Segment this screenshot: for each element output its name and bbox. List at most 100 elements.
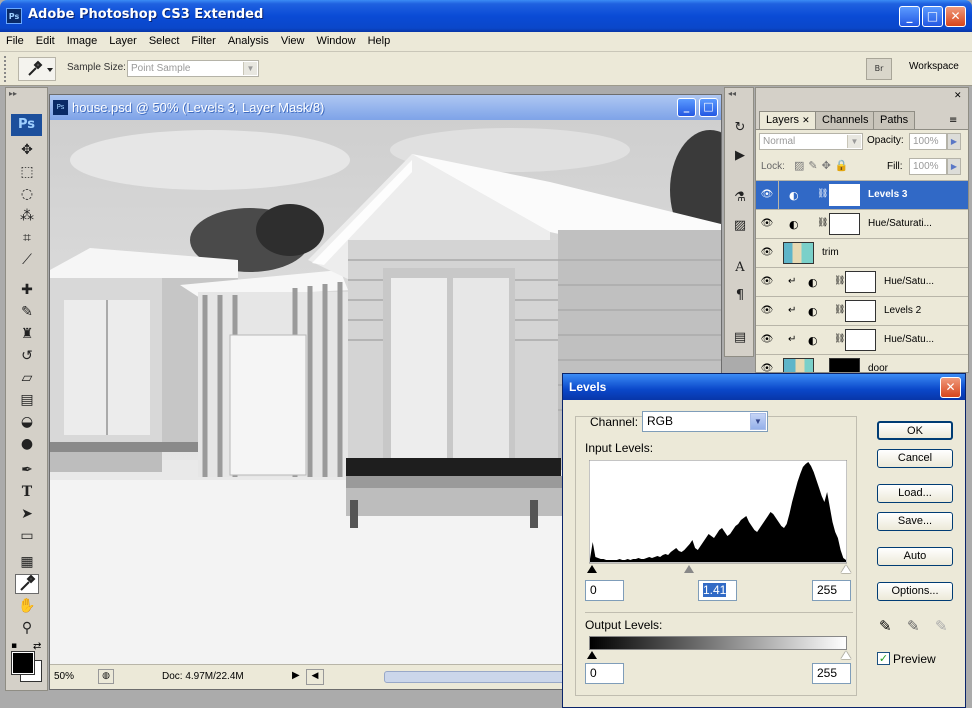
menu-file[interactable]: File bbox=[0, 32, 30, 47]
status-menu-icon[interactable]: ◍ bbox=[98, 669, 114, 684]
move-icon[interactable]: ✥ bbox=[15, 140, 39, 160]
paragraph-panel-icon[interactable]: ¶ bbox=[729, 286, 751, 306]
eraser-icon[interactable]: ▱ bbox=[15, 368, 39, 388]
input-black-slider[interactable] bbox=[587, 565, 597, 573]
eyedropper-icon[interactable] bbox=[15, 574, 39, 594]
menu-edit[interactable]: Edit bbox=[30, 32, 61, 47]
options-grip[interactable] bbox=[4, 56, 10, 82]
close-button[interactable]: ✕ bbox=[945, 6, 966, 27]
history-brush-icon[interactable]: ↺ bbox=[15, 346, 39, 366]
visibility-eye-icon[interactable]: 👁 bbox=[759, 275, 775, 289]
layer-thumbnail[interactable] bbox=[783, 242, 814, 264]
levels-title-bar[interactable]: Levels ✕ bbox=[563, 374, 965, 400]
menu-layer[interactable]: Layer bbox=[103, 32, 143, 47]
gradient-icon[interactable]: ▤ bbox=[15, 390, 39, 410]
menu-view[interactable]: View bbox=[275, 32, 311, 47]
shape-icon[interactable]: ▭ bbox=[15, 526, 39, 546]
tab-paths[interactable]: Paths bbox=[873, 111, 916, 129]
input-gamma-slider[interactable] bbox=[683, 565, 694, 573]
cancel-button[interactable]: Cancel bbox=[877, 449, 953, 468]
gray-point-eyedropper-icon[interactable]: ✎ bbox=[907, 617, 920, 635]
brush-icon[interactable]: ✎ bbox=[15, 302, 39, 322]
panel-menu-icon[interactable]: ≡ bbox=[949, 115, 957, 126]
preview-checkbox[interactable]: ✓ bbox=[877, 652, 890, 665]
visibility-eye-icon[interactable]: 👁 bbox=[759, 246, 775, 260]
crop-icon[interactable]: ⌗ bbox=[15, 228, 39, 248]
layer-thumbnail[interactable] bbox=[783, 358, 814, 372]
black-point-eyedropper-icon[interactable]: ✎ bbox=[879, 617, 892, 635]
visibility-eye-icon[interactable]: 👁 bbox=[759, 217, 775, 231]
auto-button[interactable]: Auto bbox=[877, 547, 953, 566]
white-point-eyedropper-icon[interactable]: ✎ bbox=[935, 617, 948, 635]
menu-analysis[interactable]: Analysis bbox=[222, 32, 275, 47]
layer-mask-thumbnail[interactable] bbox=[829, 358, 860, 372]
tab-layers[interactable]: Layers ✕ bbox=[759, 111, 817, 129]
notes-icon[interactable]: ▦ bbox=[15, 552, 39, 572]
visibility-eye-icon[interactable]: 👁 bbox=[759, 333, 775, 347]
lock-icons[interactable]: ▨✎✥🔒 bbox=[794, 159, 853, 172]
menu-help[interactable]: Help bbox=[362, 32, 397, 47]
opacity-field[interactable]: 100% bbox=[909, 133, 947, 150]
foreground-color-swatch[interactable] bbox=[11, 651, 35, 675]
history-panel-icon[interactable]: ↻ bbox=[729, 118, 751, 138]
actions-panel-icon[interactable]: ▶ bbox=[729, 146, 751, 166]
tab-channels[interactable]: Channels bbox=[815, 111, 876, 129]
document-maximize-button[interactable]: □ bbox=[699, 98, 718, 117]
mask-link-icon[interactable]: ⛓ bbox=[817, 189, 828, 199]
mask-link-icon[interactable]: ⛓ bbox=[834, 334, 845, 344]
layer-row-hue-saturation-clipped-1[interactable]: 👁 ↵ ◐ ⛓ Hue/Satu... bbox=[756, 267, 968, 296]
opacity-arrow-icon[interactable]: ▶ bbox=[947, 133, 961, 150]
workspace-button[interactable]: Workspace bbox=[909, 61, 959, 72]
tool-presets-icon[interactable]: ⚗ bbox=[729, 188, 751, 208]
horizontal-scrollbar-thumb[interactable] bbox=[384, 671, 584, 683]
channel-select[interactable]: RGB ▼ bbox=[642, 411, 768, 432]
output-black-field[interactable]: 0 bbox=[585, 663, 624, 684]
scroll-left-icon[interactable]: ◀ bbox=[306, 669, 324, 685]
bridge-button[interactable]: Br bbox=[866, 58, 892, 80]
ok-button[interactable]: OK bbox=[877, 421, 953, 440]
marquee-icon[interactable]: ⬚ bbox=[15, 162, 39, 182]
minimize-button[interactable]: _ bbox=[899, 6, 920, 27]
lasso-icon[interactable]: ◌ bbox=[15, 184, 39, 204]
input-gamma-field[interactable]: 1.41 bbox=[698, 580, 737, 601]
blur-icon[interactable]: ◒ bbox=[15, 412, 39, 432]
fill-arrow-icon[interactable]: ▶ bbox=[947, 158, 961, 175]
path-select-icon[interactable]: ➤ bbox=[15, 504, 39, 524]
mask-link-icon[interactable]: ⛓ bbox=[834, 305, 845, 315]
layer-row-levels-3[interactable]: 👁 ◐ ⛓ Levels 3 bbox=[756, 180, 968, 210]
sample-size-select[interactable]: Point Sample ▼ bbox=[127, 60, 259, 77]
visibility-eye-icon[interactable]: 👁 bbox=[759, 362, 775, 372]
visibility-eye-icon[interactable]: 👁 bbox=[759, 188, 775, 202]
tab-close-icon[interactable]: ✕ bbox=[802, 115, 810, 125]
default-colors-icon[interactable]: ▪ bbox=[11, 641, 17, 651]
document-minimize-button[interactable]: _ bbox=[677, 98, 696, 117]
toolbox-collapse-icon[interactable]: ▸▸ bbox=[9, 89, 17, 98]
menu-filter[interactable]: Filter bbox=[185, 32, 221, 47]
zoom-level[interactable]: 50% bbox=[54, 671, 74, 682]
menu-window[interactable]: Window bbox=[310, 32, 361, 47]
toolbox-logo[interactable]: Ps bbox=[11, 114, 42, 136]
stamp-icon[interactable]: ♜ bbox=[15, 324, 39, 344]
visibility-eye-icon[interactable]: 👁 bbox=[759, 304, 775, 318]
status-arrow-icon[interactable]: ▶ bbox=[292, 670, 300, 681]
layer-row-door[interactable]: 👁 door bbox=[756, 354, 968, 372]
menu-select[interactable]: Select bbox=[143, 32, 186, 47]
healing-icon[interactable]: ✚ bbox=[15, 280, 39, 300]
tool-preset-picker[interactable] bbox=[18, 57, 56, 81]
maximize-button[interactable]: □ bbox=[922, 6, 943, 27]
output-white-field[interactable]: 255 bbox=[812, 663, 851, 684]
layer-row-hue-saturation-clipped-2[interactable]: 👁 ↵ ◐ ⛓ Hue/Satu... bbox=[756, 325, 968, 354]
mask-link-icon[interactable]: ⛓ bbox=[817, 218, 828, 228]
fill-field[interactable]: 100% bbox=[909, 158, 947, 175]
dodge-icon[interactable]: ● bbox=[15, 434, 39, 454]
mask-link-icon[interactable]: ⛓ bbox=[834, 276, 845, 286]
dock-collapse-icon[interactable]: ◂◂ bbox=[728, 89, 736, 98]
layer-row-trim[interactable]: 👁 trim bbox=[756, 238, 968, 267]
layer-row-hue-saturation[interactable]: 👁 ◐ ⛓ Hue/Saturati... bbox=[756, 209, 968, 238]
load-button[interactable]: Load... bbox=[877, 484, 953, 503]
swap-colors-icon[interactable]: ⇄ bbox=[33, 641, 41, 652]
input-white-slider[interactable] bbox=[841, 565, 851, 573]
character-panel-icon[interactable]: A bbox=[729, 258, 751, 278]
input-black-field[interactable]: 0 bbox=[585, 580, 624, 601]
layer-comps-icon[interactable]: ▤ bbox=[729, 328, 751, 348]
